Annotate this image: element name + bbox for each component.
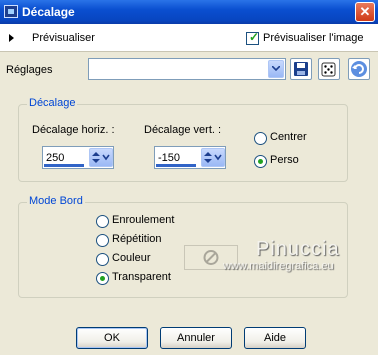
center-radio-label: Centrer — [270, 131, 307, 143]
preview-image-label: Prévisualiser l'image — [263, 32, 364, 44]
vert-offset-value[interactable]: -150 — [158, 152, 180, 164]
ok-button[interactable]: OK — [76, 327, 148, 349]
wrap-radio-label: Enroulement — [112, 214, 175, 226]
offset-group-title: Décalage — [27, 97, 78, 109]
wrap-radio[interactable] — [96, 215, 109, 228]
edge-mode-group-title: Mode Bord — [27, 195, 85, 207]
repeat-radio[interactable] — [96, 234, 109, 247]
spin-arrows-icon — [92, 152, 110, 163]
settings-label: Réglages — [6, 64, 53, 76]
horiz-offset-slider-bar[interactable] — [44, 164, 84, 167]
watermark-name: Pinuccia — [256, 238, 340, 260]
undo-icon — [351, 61, 367, 77]
custom-radio[interactable] — [254, 155, 267, 168]
repeat-radio-label: Répétition — [112, 233, 162, 245]
window-title: Décalage — [22, 5, 75, 19]
vert-offset-slider-bar[interactable] — [156, 164, 196, 167]
app-icon — [4, 5, 18, 18]
preview-label[interactable]: Prévisualiser — [32, 32, 95, 44]
vert-offset-spin-buttons[interactable] — [201, 148, 225, 167]
title-bar: Décalage ✕ — [0, 0, 378, 24]
preset-combobox[interactable] — [88, 58, 286, 80]
color-radio[interactable] — [96, 253, 109, 266]
watermark-url: www.maidiregrafica.eu — [223, 260, 334, 272]
horiz-offset-spin-buttons[interactable] — [89, 148, 113, 167]
reset-button[interactable] — [348, 58, 370, 80]
offset-groupbox: Décalage — [18, 97, 348, 182]
save-preset-button[interactable] — [290, 58, 312, 80]
cancel-button[interactable]: Annuler — [160, 327, 232, 349]
horiz-offset-spinbox[interactable]: 250 — [42, 146, 114, 169]
transparent-radio[interactable] — [96, 272, 109, 285]
preview-image-checkbox[interactable]: ✓ — [246, 30, 260, 45]
floppy-disk-icon — [294, 62, 308, 76]
checkmark-icon: ✓ — [249, 30, 260, 44]
help-button[interactable]: Aide — [244, 327, 306, 349]
random-button[interactable] — [318, 58, 340, 80]
horiz-offset-value[interactable]: 250 — [46, 152, 64, 164]
expand-triangle-icon[interactable] — [9, 34, 14, 42]
transparent-radio-label: Transparent — [112, 271, 171, 283]
horiz-offset-label: Décalage horiz. : — [32, 124, 115, 136]
vert-offset-spinbox[interactable]: -150 — [154, 146, 226, 169]
preset-dropdown-button[interactable] — [268, 60, 284, 78]
chevron-down-icon — [272, 66, 280, 71]
center-radio[interactable] — [254, 132, 267, 145]
custom-radio-label: Perso — [270, 154, 299, 166]
spin-arrows-icon — [204, 152, 222, 163]
close-button[interactable]: ✕ — [355, 2, 375, 22]
vert-offset-label: Décalage vert. : — [144, 124, 222, 136]
dice-icon — [321, 62, 336, 77]
color-radio-label: Couleur — [112, 252, 151, 264]
